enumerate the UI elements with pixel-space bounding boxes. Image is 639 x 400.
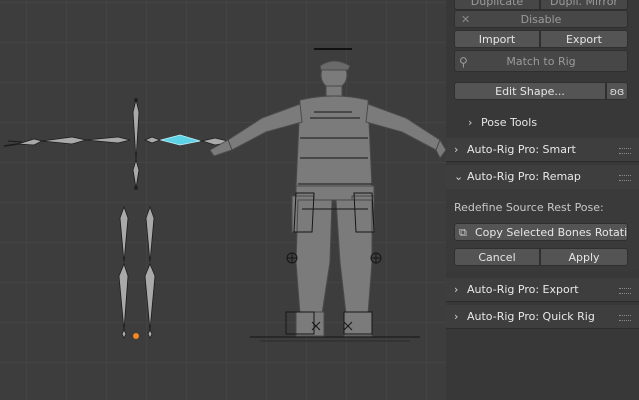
duplicate-button[interactable]: Duplicate (454, 0, 540, 10)
section-quick-rig-header[interactable]: › Auto-Rig Pro: Quick Rig (446, 305, 639, 329)
side-panel: Duplicate Dupli. Mirror ✕ Disable Import… (446, 0, 639, 400)
butterfly-icon: ʚɞ (609, 85, 625, 98)
section-smart-title: Auto-Rig Pro: Smart (467, 143, 576, 156)
import-button[interactable]: Import (454, 30, 540, 48)
character-mesh (209, 48, 446, 337)
apply-button[interactable]: Apply (540, 248, 628, 266)
match-rig-icon: ⚲ (459, 55, 468, 69)
mesh-beret (319, 60, 351, 71)
bone-shin-l (118, 262, 129, 331)
bone-foot-r (147, 329, 153, 339)
section-smart-header[interactable]: › Auto-Rig Pro: Smart (446, 138, 639, 162)
mirror-shape-button[interactable]: ʚɞ (606, 82, 628, 100)
bone-shin-r (144, 262, 156, 331)
drag-grip-icon[interactable] (619, 175, 631, 181)
section-export-title: Auto-Rig Pro: Export (467, 283, 579, 296)
bone-upperarm-l (85, 136, 131, 144)
chevron-right-icon: › (454, 143, 459, 156)
close-icon: ✕ (461, 13, 471, 26)
mesh-boot-r (343, 311, 373, 337)
drag-grip-icon[interactable] (619, 148, 631, 154)
bone-fingers-l2 (7, 140, 23, 143)
copy-bones-icon: ⧉ (459, 226, 467, 239)
dupli-mirror-button[interactable]: Dupli. Mirror (540, 0, 628, 10)
match-to-rig-button[interactable]: ⚲ Match to Rig (454, 50, 628, 72)
armature (3, 98, 233, 339)
mesh-boot-l (295, 311, 325, 337)
cancel-button[interactable]: Cancel (454, 248, 540, 266)
drag-grip-icon[interactable] (619, 315, 631, 321)
edit-shape-button[interactable]: Edit Shape... (454, 82, 606, 100)
bone-shoulder-r (143, 136, 162, 144)
bone-spine (132, 99, 140, 161)
section-export-header[interactable]: › Auto-Rig Pro: Export (446, 278, 639, 302)
bone-fingers-l (3, 143, 19, 147)
mesh-arm-r (365, 103, 441, 151)
export-button[interactable]: Export (540, 30, 628, 48)
pose-tools-subpanel[interactable]: › Pose Tools (446, 112, 639, 134)
section-remap-header[interactable]: ⌄ Auto-Rig Pro: Remap (446, 165, 639, 189)
bone-upperarm-r-selected (159, 134, 201, 146)
mesh-leg-l (295, 199, 333, 315)
bone-thigh-r (145, 205, 155, 263)
bone-foot-l (121, 329, 127, 339)
copy-rotation-button[interactable]: ⧉ Copy Selected Bones Rotation (454, 223, 628, 241)
match-to-rig-label: Match to Rig (506, 55, 576, 68)
3d-viewport[interactable] (0, 0, 446, 400)
mesh-leg-r (335, 199, 373, 315)
chevron-right-icon: › (468, 116, 473, 129)
chevron-right-icon: › (454, 310, 459, 323)
disable-button[interactable]: ✕ Disable (454, 10, 628, 28)
bone-thigh-l (119, 205, 129, 263)
viewport-scene (3, 48, 446, 342)
bone-joint (134, 186, 138, 190)
copy-rotation-label: Copy Selected Bones Rotation (475, 226, 628, 239)
mesh-arm-l (227, 103, 303, 151)
origin-marker (133, 333, 139, 339)
chevron-right-icon: › (454, 283, 459, 296)
mesh-neck (325, 85, 343, 97)
bone-joint (134, 98, 138, 102)
section-remap-title: Auto-Rig Pro: Remap (467, 170, 581, 183)
pose-tools-label: Pose Tools (481, 116, 538, 129)
drag-grip-icon[interactable] (619, 288, 631, 294)
mesh-torso (295, 95, 373, 189)
chevron-down-icon: ⌄ (454, 170, 464, 183)
bone-neck (132, 158, 140, 189)
bone-forearm-l (41, 136, 87, 145)
redefine-label: Redefine Source Rest Pose: (454, 201, 604, 214)
disable-label: Disable (520, 13, 562, 26)
section-quick-rig-title: Auto-Rig Pro: Quick Rig (467, 310, 595, 323)
